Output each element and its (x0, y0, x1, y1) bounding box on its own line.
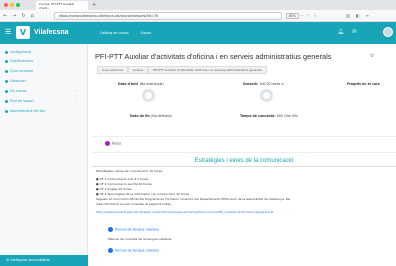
address-bar[interactable]: https://campusformacio.vilafranca.cat/co… (54, 12, 282, 20)
zoom-indicator[interactable]: 80% (286, 13, 300, 19)
courses-icon (5, 89, 8, 93)
tab-title: Cursos: PFI-PTT Auxiliar d'acti... (39, 1, 75, 10)
end-date-stat: Data de fin (No definida) (130, 114, 172, 118)
title-actions: ⚙ (370, 53, 374, 59)
window-controls (4, 3, 20, 7)
back-icon[interactable]: ← (3, 13, 7, 19)
sidebar-toggle-icon[interactable]: ◧ (356, 13, 360, 18)
home-icon[interactable]: ⌂ (31, 13, 34, 19)
chevron-right-icon: › (75, 99, 77, 103)
quiz-icon (5, 69, 8, 73)
list-item: ● UF 2 Comunicació escrita 40 hores (96, 182, 152, 186)
browser-right-icons: ▥ ◧ ≡ (346, 13, 369, 18)
curriculum-text: Segueix el currículum oficial del Progra… (96, 197, 291, 201)
connection-time-stat: Temps de connexió: 00h 10m 00s (240, 114, 298, 118)
breadcrumb: Àrea personal Cursos PFI-PTT Auxiliar d'… (97, 66, 267, 74)
curriculum-text: més informació es pot consultar el següe… (96, 202, 172, 206)
header-menu: Catàleg de cursos Suport (100, 31, 151, 35)
more-icon[interactable]: ··· (300, 13, 304, 18)
gear-icon (5, 50, 8, 54)
nav-buttons: ← → ↻ ⌂ (3, 13, 34, 19)
settings-gear-icon[interactable]: ⚙ (370, 53, 374, 59)
breadcrumb-home[interactable]: Àrea personal (97, 66, 128, 74)
duration-stat: Duració: 100,00 hores ± (243, 82, 285, 86)
brand-name[interactable]: Vilafecsna (34, 29, 69, 36)
divider (92, 136, 396, 137)
sidebar: Configuració Qualificacions Quiz persona… (0, 44, 88, 266)
section-divider (92, 166, 396, 167)
accessibility-button[interactable]: ⚙ Configurar accessibilitat (0, 255, 88, 266)
grades-icon (5, 59, 8, 63)
menu-support[interactable]: Suport (141, 31, 152, 35)
resource-icon (108, 248, 113, 253)
list-item: ● UF 4 Tecnologies de la informació i la… (96, 192, 190, 196)
start-date-stat: Data d'inici (No matriculat) (118, 82, 164, 86)
library-icon[interactable]: ▥ (346, 13, 350, 18)
notes-icon (105, 141, 110, 146)
notes-button[interactable]: Notes (105, 141, 121, 146)
reload-icon[interactable]: ↻ (21, 13, 25, 19)
header-icons: 🔔︎ ✉ (338, 29, 357, 35)
sidebar-item-calendar[interactable]: Calendari (5, 79, 26, 83)
breadcrumb-current[interactable]: PFI-PTT Auxiliar d'activitats d'oficina … (148, 66, 267, 74)
browser-tab[interactable]: Cursos: PFI-PTT Auxiliar d'acti... (36, 1, 88, 10)
divider (92, 152, 396, 153)
close-window-icon[interactable] (4, 3, 8, 7)
menu-catalog[interactable]: Catàleg de cursos (100, 31, 129, 35)
chevron-right-icon: › (75, 89, 77, 93)
resource-link[interactable]: Manual de llengua catalana (108, 248, 159, 253)
start-progress-circle-icon (142, 89, 155, 102)
new-tab-button[interactable]: + (92, 2, 96, 8)
page-title: PFI-PTT Auxiliar d'activitats d'oficina … (95, 52, 332, 61)
resource-link[interactable]: Manual de llengua catalana (108, 227, 159, 232)
url-text: https://campusformacio.vilafranca.cat/co… (59, 14, 158, 18)
duration-circle-icon (260, 89, 273, 102)
sidebar-item-grades[interactable]: Qualificacions (5, 59, 33, 63)
sidebar-item-courses[interactable]: Els cursos › (5, 89, 76, 93)
sidebar-item-site-admin[interactable]: Administració del lloc (5, 109, 45, 113)
messages-icon[interactable]: ✉ (352, 29, 356, 35)
forward-icon[interactable]: → (12, 13, 16, 19)
maximize-window-icon[interactable] (16, 3, 20, 7)
resource-icon (108, 227, 113, 232)
browser-menu-icon[interactable]: ≡ (366, 13, 369, 18)
resource-description: Manual de consulta de la llengua catalan… (108, 237, 172, 241)
admin-icon (5, 109, 8, 113)
curriculum-link[interactable]: http://ensenyament.gencat.cat/web/.conte… (96, 210, 273, 214)
section-title: Estratègies i eines de la comunicació (194, 158, 294, 164)
minimize-window-icon[interactable] (10, 3, 14, 7)
sidebar-item-support-tool[interactable]: Eina de suport › (5, 99, 76, 103)
avatar[interactable] (383, 27, 393, 37)
pocket-icon[interactable]: ♡ (307, 13, 311, 18)
calendar-icon (5, 79, 8, 83)
list-item: ● UF 1 Comunicació oral 4 h hores (96, 177, 149, 181)
sidebar-item-configuration[interactable]: Configuració (5, 50, 31, 54)
course-progress-stat: Progrés en el curs (347, 82, 380, 86)
hamburger-icon[interactable]: ☰ (5, 28, 11, 36)
list-item: ● UF 3 Anglès 10 hores (96, 187, 132, 191)
breadcrumb-courses[interactable]: Cursos (127, 66, 149, 74)
logo-icon[interactable]: V (16, 26, 30, 39)
support-icon (5, 99, 8, 103)
sidebar-item-quiz[interactable]: Quiz personal (5, 69, 33, 73)
section-intro: Estratègies i eines de comunicació 10 ho… (96, 169, 163, 173)
url-icons: ··· ♡ ☆ (300, 13, 317, 18)
notifications-icon[interactable]: 🔔︎ (338, 29, 344, 35)
bookmark-star-icon[interactable]: ☆ (313, 13, 317, 18)
